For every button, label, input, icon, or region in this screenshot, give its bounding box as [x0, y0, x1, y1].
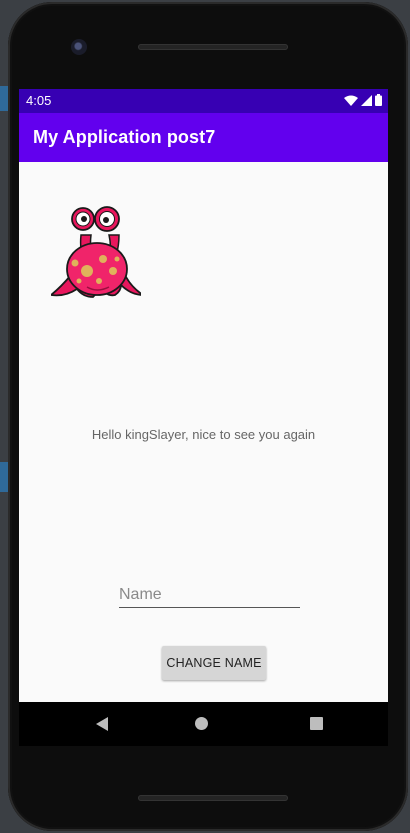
greeting-text: Hello kingSlayer, nice to see you again: [91, 427, 316, 442]
monster-image: [51, 206, 141, 298]
wifi-icon: [344, 95, 358, 106]
signal-icon: [361, 94, 372, 106]
status-icons: [344, 94, 382, 106]
status-time: 4:05: [26, 93, 52, 108]
front-camera: [71, 39, 87, 55]
app-screen: 4:05 My Application post7 Hello kingSlay…: [19, 89, 388, 745]
name-input[interactable]: [119, 583, 300, 608]
app-bar: My Application post7: [19, 113, 388, 162]
battery-icon: [375, 94, 382, 106]
bottom-speaker: [138, 795, 288, 801]
home-icon[interactable]: [195, 717, 208, 730]
top-speaker: [138, 44, 288, 50]
recents-icon[interactable]: [310, 717, 323, 730]
change-name-button[interactable]: CHANGE NAME: [162, 646, 266, 680]
back-icon[interactable]: [96, 717, 108, 731]
navigation-bar: [19, 702, 388, 746]
app-title: My Application post7: [33, 127, 216, 147]
status-bar: 4:05: [19, 89, 388, 113]
